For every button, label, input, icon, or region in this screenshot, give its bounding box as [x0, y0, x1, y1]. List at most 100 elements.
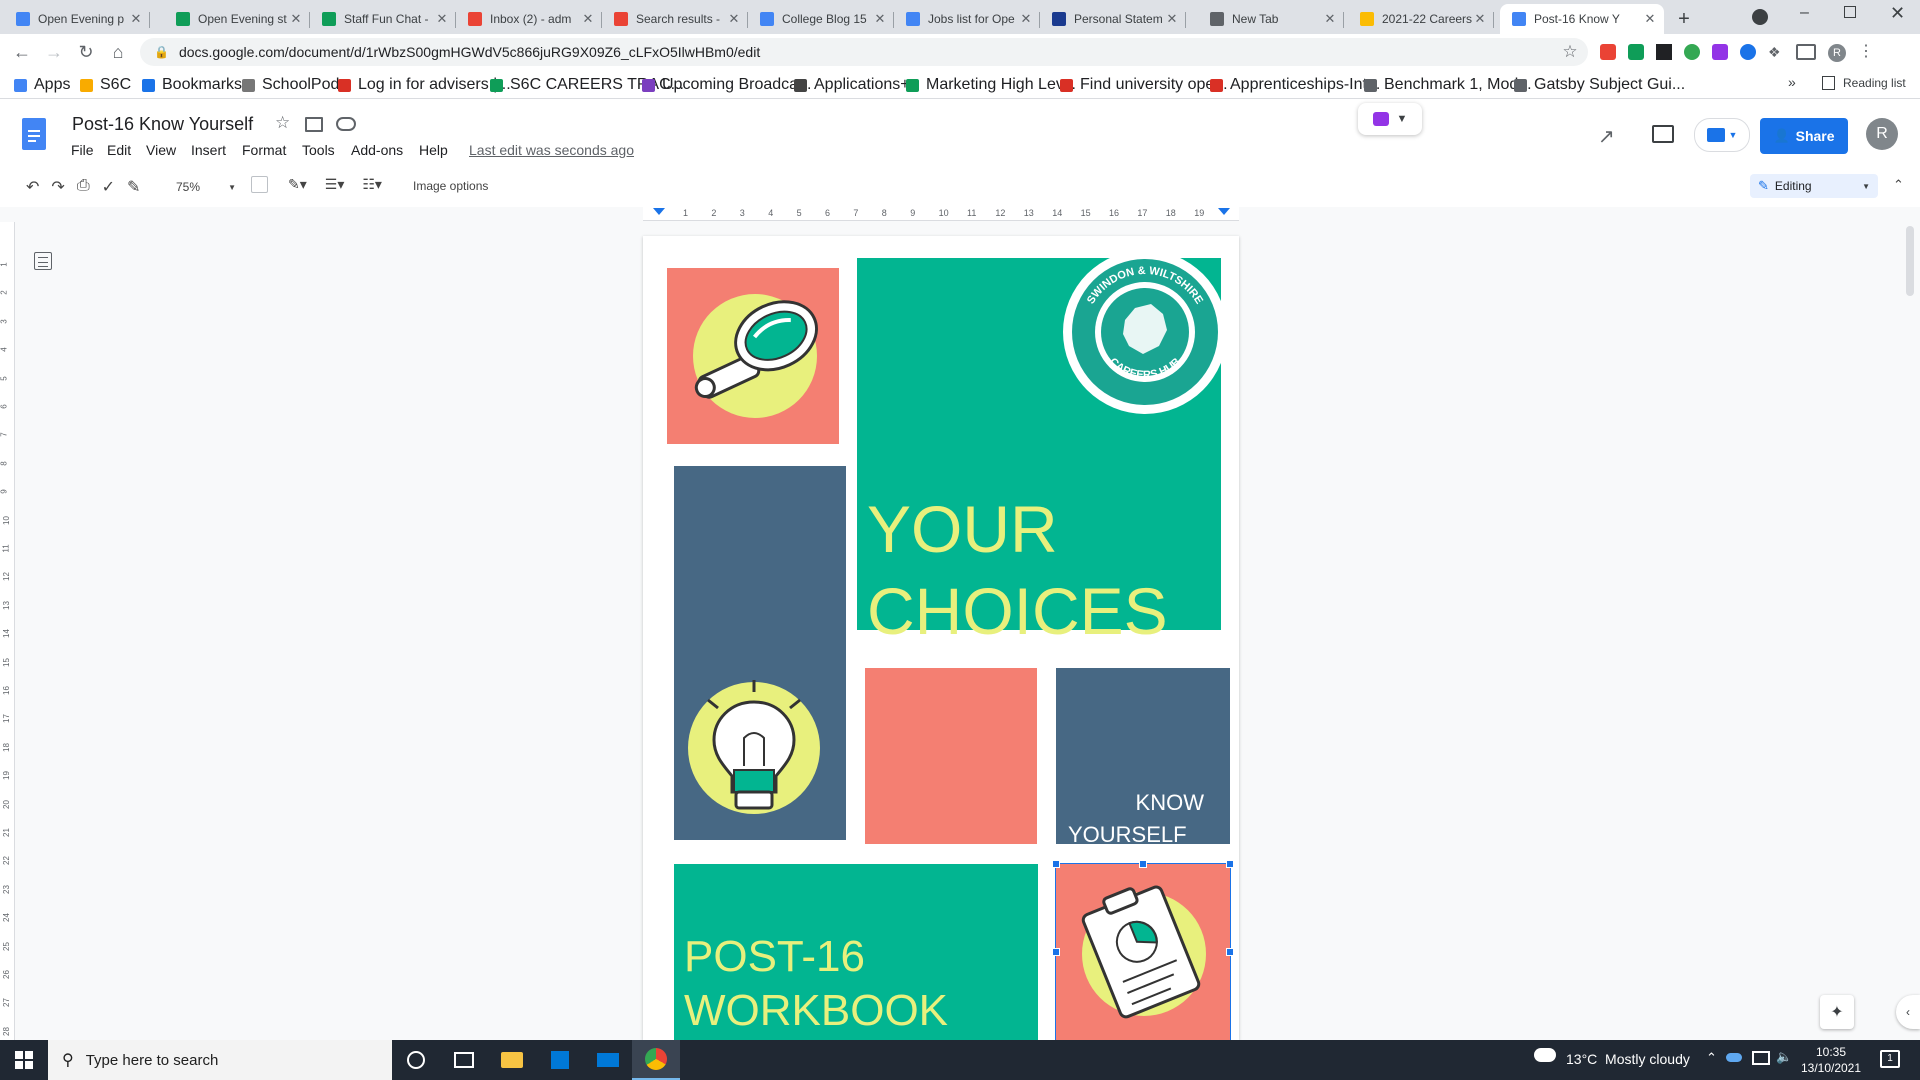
activity-trend-icon[interactable]: ↗	[1598, 124, 1615, 149]
print-icon[interactable]: ⎙	[77, 177, 90, 197]
menu-file[interactable]: File	[71, 142, 94, 158]
move-folder-icon[interactable]	[305, 117, 323, 132]
know-yourself-tile[interactable]: KNOW YOURSELF	[1056, 668, 1230, 847]
resize-handle[interactable]	[1052, 860, 1060, 868]
menu-insert[interactable]: Insert	[191, 142, 226, 158]
undo-icon[interactable]: ↶	[26, 177, 39, 197]
bookmarks-overflow-button[interactable]: »	[1788, 74, 1796, 90]
weather-text[interactable]: 13°C Mostly cloudy	[1566, 1051, 1690, 1067]
right-indent-marker[interactable]	[1218, 208, 1230, 215]
tab-close-icon[interactable]: ✕	[1642, 11, 1658, 27]
menu-tools[interactable]: Tools	[302, 142, 335, 158]
docs-logo-icon[interactable]	[22, 118, 46, 150]
tab-close-icon[interactable]: ✕	[1164, 11, 1180, 27]
new-tab-button[interactable]: +	[1672, 7, 1696, 31]
restore-icon[interactable]	[1844, 6, 1856, 18]
bookmark-item[interactable]: Find university ope...	[1060, 76, 1228, 94]
border-color-icon[interactable]: ✎▾	[288, 176, 307, 193]
document-page[interactable]: YOUR CHOICES SWINDON & WILTSHIRE CAREERS…	[643, 236, 1239, 1040]
bookmark-star-icon[interactable]: ☆	[1558, 40, 1582, 64]
horizontal-ruler[interactable]: 1 2 3 4 5 6 7 8 9 10 11 12 13 14 15 16 17 18 19	[643, 207, 1239, 221]
bookmark-item[interactable]: SchoolPod	[242, 76, 339, 94]
texthelp-toolbar-toggle[interactable]: ▼	[1358, 103, 1422, 135]
drive-extension-icon[interactable]	[1628, 44, 1644, 60]
screencast-extension-icon[interactable]	[1740, 44, 1756, 60]
reload-icon[interactable]: ↻	[74, 40, 98, 64]
document-title[interactable]: Post-16 Know Yourself	[72, 114, 253, 135]
cortana-icon[interactable]	[392, 1040, 440, 1080]
hide-menus-icon[interactable]: ⌃	[1893, 177, 1904, 193]
browser-tab[interactable]: Staff Fun Chat - ✕	[310, 4, 456, 34]
minimize-icon[interactable]: –	[1800, 4, 1809, 22]
bookmark-item[interactable]: Bookmarks	[142, 76, 242, 94]
menu-edit[interactable]: Edit	[107, 142, 131, 158]
cloud-status-icon[interactable]	[336, 117, 356, 131]
profile-avatar[interactable]: R	[1828, 44, 1846, 62]
address-bar[interactable]: 🔒 docs.google.com/document/d/1rWbzS00gmH…	[140, 38, 1588, 66]
volume-icon[interactable]: 🔈	[1776, 1049, 1792, 1065]
notifications-icon[interactable]: 1	[1880, 1050, 1900, 1068]
comments-icon[interactable]	[1652, 125, 1674, 143]
reading-list-button[interactable]: Reading list	[1822, 76, 1906, 90]
grammar-extension-icon[interactable]	[1684, 44, 1700, 60]
extension-icon[interactable]	[1600, 44, 1616, 60]
qr-extension-icon[interactable]	[1656, 44, 1672, 60]
tab-close-icon[interactable]: ✕	[1322, 11, 1338, 27]
show-hidden-icons-icon[interactable]: ⌃	[1706, 1050, 1717, 1066]
browser-tab[interactable]: Open Evening st ✕	[164, 4, 310, 34]
browser-tab[interactable]: Jobs list for Ope ✕	[894, 4, 1040, 34]
tab-close-icon[interactable]: ✕	[1472, 11, 1488, 27]
puzzle-icon[interactable]: ❖	[1768, 44, 1784, 60]
tab-close-icon[interactable]: ✕	[872, 11, 888, 27]
forward-icon[interactable]: →	[42, 40, 66, 64]
resize-handle[interactable]	[1052, 948, 1060, 956]
tab-close-icon[interactable]: ✕	[726, 11, 742, 27]
mail-icon[interactable]	[584, 1040, 632, 1080]
add-comment-icon[interactable]	[251, 176, 268, 193]
clock[interactable]: 10:35 13/10/2021	[1800, 1044, 1862, 1076]
explore-icon[interactable]: ✦	[1820, 995, 1854, 1029]
tab-close-icon[interactable]: ✕	[580, 11, 596, 27]
workbook-tile[interactable]: POST-16 WORKBOOK	[674, 864, 1038, 1040]
bookmark-item[interactable]: Applications+	[794, 76, 910, 94]
chrome-menu-icon[interactable]: ⋮	[1858, 44, 1874, 62]
redo-icon[interactable]: ↷	[51, 177, 64, 197]
tab-search-icon[interactable]	[1752, 9, 1768, 25]
border-weight-icon[interactable]: ☰▾	[325, 176, 345, 193]
bookmark-item[interactable]: S6C	[80, 76, 131, 94]
coral-tile[interactable]	[865, 668, 1037, 844]
careers-hub-badge[interactable]: SWINDON & WILTSHIRE CAREERS HUB	[1063, 250, 1227, 414]
menu-view[interactable]: View	[146, 142, 176, 158]
close-window-icon[interactable]: ✕	[1890, 3, 1905, 24]
chrome-taskbar-icon[interactable]	[632, 1040, 680, 1080]
browser-tab[interactable]: Search results - ✕	[602, 4, 748, 34]
browser-tab[interactable]: Inbox (2) - adm ✕	[456, 4, 602, 34]
bookmark-item[interactable]: Apps	[14, 76, 70, 94]
cast-icon[interactable]	[1796, 44, 1816, 60]
bookmark-item[interactable]: Log in for advisers |...	[338, 76, 511, 94]
last-edit-link[interactable]: Last edit was seconds ago	[469, 142, 634, 158]
bookmark-item[interactable]: Benchmark 1, Mod...	[1364, 76, 1532, 94]
browser-tab[interactable]: Personal Statem ✕	[1040, 4, 1186, 34]
file-explorer-icon[interactable]	[488, 1040, 536, 1080]
browser-tab[interactable]: Open Evening p ✕	[4, 4, 150, 34]
paint-format-icon[interactable]: ✎	[127, 177, 140, 197]
browser-tab[interactable]: College Blog 15 ✕	[748, 4, 894, 34]
browser-tab[interactable]: 2021-22 Careers ✕	[1348, 4, 1494, 34]
menu-help[interactable]: Help	[419, 142, 448, 158]
home-icon[interactable]: ⌂	[106, 40, 130, 64]
taskbar-search[interactable]: ⚲ Type here to search	[48, 1040, 392, 1080]
mode-select[interactable]: ✎ Editing ▼	[1750, 174, 1878, 198]
tab-close-icon[interactable]: ✕	[1018, 11, 1034, 27]
bookmark-item[interactable]: Apprenticeships-Int...	[1210, 76, 1380, 94]
share-button[interactable]: 👤 Share	[1760, 118, 1848, 154]
menu-format[interactable]: Format	[242, 142, 286, 158]
task-view-icon[interactable]	[440, 1040, 488, 1080]
clipboard-tile[interactable]	[1055, 863, 1231, 1040]
onedrive-icon[interactable]	[1726, 1053, 1742, 1062]
left-indent-marker[interactable]	[653, 208, 665, 215]
bookmark-item[interactable]: Marketing High Lev...	[906, 76, 1076, 94]
resize-handle[interactable]	[1139, 860, 1147, 868]
image-options-button[interactable]: Image options	[413, 179, 488, 193]
zoom-select[interactable]: 75% ▼	[176, 177, 236, 197]
